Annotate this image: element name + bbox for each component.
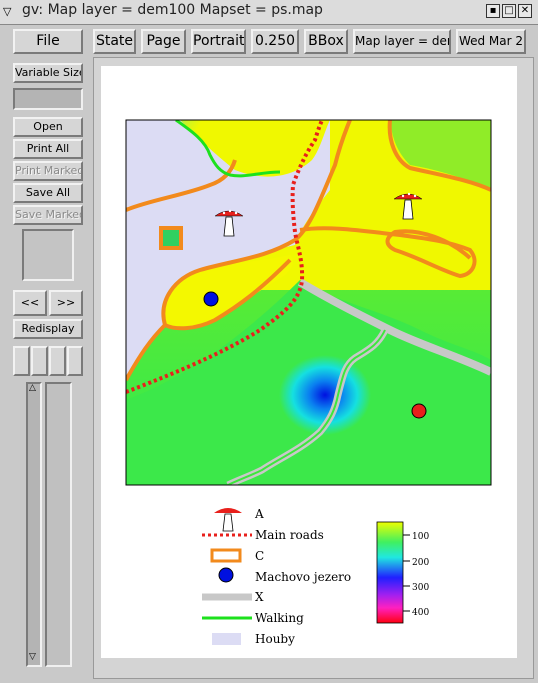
legend-label: X <box>255 590 264 604</box>
elevation-map <box>126 120 491 485</box>
map-figure: A Main roads C Machovo jezero X Walking … <box>125 119 492 646</box>
page-menu-button[interactable]: Page <box>141 29 186 54</box>
legend-label: A <box>254 507 264 521</box>
elevation-colorbar: 100 200 300 400 <box>376 521 429 624</box>
iconify-button[interactable]: ▪ <box>486 4 500 18</box>
legend-label: Main roads <box>255 528 324 542</box>
window-menu-icon[interactable]: ▽ <box>3 5 11 18</box>
variable-size-button[interactable]: Variable Size <box>13 63 83 83</box>
legend-label: C <box>255 549 264 563</box>
page-list-cell[interactable] <box>31 346 48 376</box>
mushroom-icon <box>214 508 242 532</box>
page-canvas[interactable]: A Main roads C Machovo jezero X Walking … <box>101 66 517 658</box>
date-button[interactable]: Wed Mar 2 <box>456 29 526 54</box>
title-bar: ▽ gv: Map layer = dem100 Mapset = ps.map… <box>0 0 538 25</box>
page-list-scroll-area[interactable] <box>45 382 72 667</box>
state-menu-button[interactable]: State <box>93 29 136 54</box>
redisplay-button[interactable]: Redisplay <box>13 319 83 339</box>
open-button[interactable]: Open <box>13 117 83 137</box>
legend-label: Houby <box>255 632 295 646</box>
point-marker <box>411 403 427 419</box>
bbox-button[interactable]: BBox <box>304 29 348 54</box>
file-menu-button[interactable]: File <box>13 29 83 54</box>
colorbar-tick: 300 <box>412 583 429 593</box>
document-title-button[interactable]: Map layer = dem <box>353 29 451 54</box>
orientation-button[interactable]: Portrait <box>191 29 246 54</box>
map-legend: A Main roads C Machovo jezero X Walking … <box>202 507 351 646</box>
window-title: gv: Map layer = dem100 Mapset = ps.map <box>22 2 323 18</box>
page-thumbnail[interactable] <box>22 229 74 281</box>
colorbar-tick: 400 <box>412 608 429 618</box>
legend-swatch-c <box>210 548 242 563</box>
colorbar-tick: 100 <box>412 532 429 542</box>
scroll-down-icon[interactable]: ▽ <box>29 652 36 662</box>
colorbar-tick: 200 <box>412 558 429 568</box>
save-marked-button[interactable]: Save Marked <box>13 205 83 225</box>
legend-label: Walking <box>255 611 304 625</box>
feature-c-marker <box>159 226 183 250</box>
prev-page-button[interactable]: << <box>13 290 47 316</box>
page-list-cell[interactable] <box>49 346 66 376</box>
save-all-button[interactable]: Save All <box>13 183 83 203</box>
print-all-button[interactable]: Print All <box>13 139 83 159</box>
legend-swatch-houby <box>212 633 241 645</box>
vertical-scrollbar[interactable] <box>26 382 42 667</box>
page-list-cell[interactable] <box>13 346 30 376</box>
maximize-button[interactable]: □ <box>502 4 516 18</box>
close-button[interactable]: ✕ <box>518 4 532 18</box>
page-list-cell[interactable] <box>67 346 83 376</box>
scroll-up-icon[interactable]: △ <box>29 383 36 393</box>
scale-button[interactable]: 0.250 <box>251 29 299 54</box>
legend-label: Machovo jezero <box>255 570 351 584</box>
print-marked-button[interactable]: Print Marked <box>13 161 83 181</box>
lake-marker <box>203 291 219 307</box>
page-number-field <box>13 88 83 110</box>
next-page-button[interactable]: >> <box>49 290 83 316</box>
legend-swatch-lake <box>218 567 234 583</box>
